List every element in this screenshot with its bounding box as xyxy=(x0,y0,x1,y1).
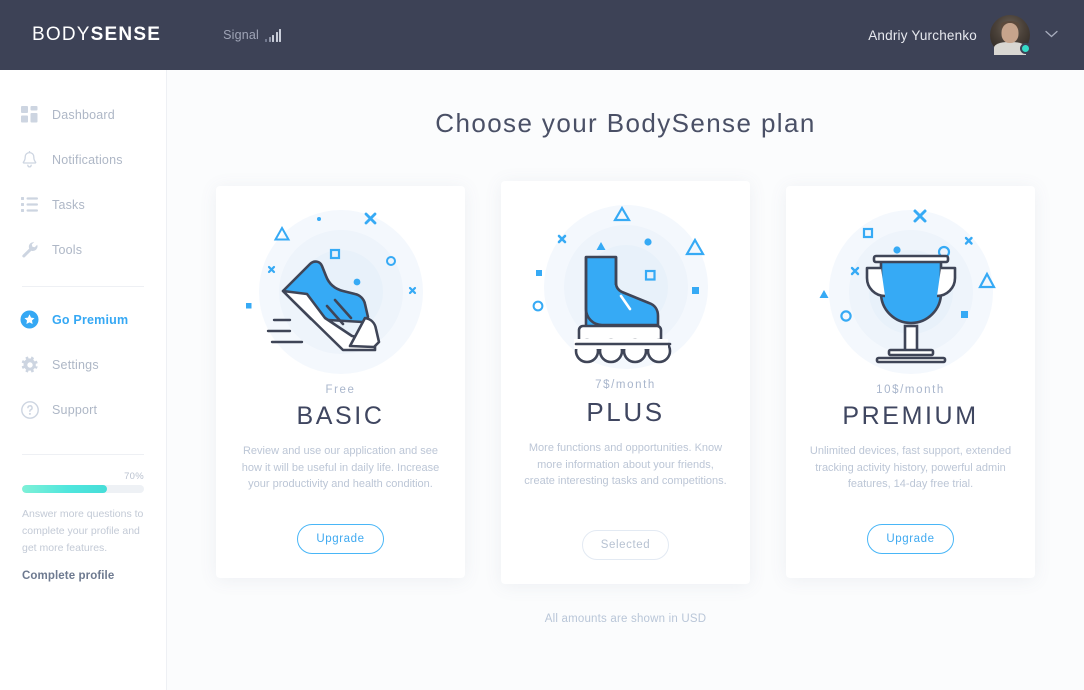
plan-card-plus[interactable]: 7$/month PLUS More functions and opportu… xyxy=(501,181,750,584)
sidebar: Dashboard Notifications Tasks Tools Go P… xyxy=(0,70,167,690)
plan-name: PREMIUM xyxy=(842,402,979,430)
signal-bars-icon xyxy=(265,29,282,42)
plan-action-button[interactable]: Upgrade xyxy=(297,524,384,554)
sidebar-item-settings[interactable]: Settings xyxy=(0,342,166,387)
user-avatar[interactable] xyxy=(990,15,1031,55)
plan-description: Unlimited devices, fast support, extende… xyxy=(809,445,1012,490)
app-logo[interactable]: BODYSENSE xyxy=(32,24,161,46)
wrench-icon xyxy=(20,240,39,259)
logo-sense: SENSE xyxy=(90,24,162,45)
sidebar-item-dashboard[interactable]: Dashboard xyxy=(0,92,166,137)
grid-icon xyxy=(20,105,39,124)
sidebar-divider-1 xyxy=(22,286,144,287)
logo-body: BODY xyxy=(32,24,91,45)
plan-action-button[interactable]: Upgrade xyxy=(867,524,954,554)
sidebar-item-label: Go Premium xyxy=(52,312,129,327)
plan-price: 7$/month xyxy=(595,379,656,391)
top-bar: BODYSENSE Signal Andriy Yurchenko xyxy=(0,0,1084,70)
sidebar-item-label: Tools xyxy=(52,242,83,257)
bell-icon xyxy=(20,150,39,169)
sidebar-item-support[interactable]: Support xyxy=(0,387,166,432)
roller-skate-icon xyxy=(526,201,726,377)
sidebar-item-tools[interactable]: Tools xyxy=(0,227,166,272)
plan-description: Review and use our application and see h… xyxy=(241,445,440,490)
signal-label: Signal xyxy=(223,28,260,42)
plan-name: PLUS xyxy=(586,397,665,427)
running-shoe-icon xyxy=(241,206,441,382)
trophy-icon xyxy=(811,206,1011,382)
complete-profile-link[interactable]: Complete profile xyxy=(22,570,144,582)
signal-indicator[interactable]: Signal xyxy=(223,28,282,42)
question-circle-icon xyxy=(20,400,39,419)
sidebar-item-go-premium[interactable]: Go Premium xyxy=(0,297,166,342)
sidebar-item-label: Dashboard xyxy=(52,107,115,122)
plan-description: More functions and opportunities. Know m… xyxy=(524,442,727,487)
sidebar-item-tasks[interactable]: Tasks xyxy=(0,182,166,227)
sidebar-item-label: Settings xyxy=(52,357,99,372)
sidebar-item-notifications[interactable]: Notifications xyxy=(0,137,166,182)
progress-bar-track xyxy=(22,485,144,493)
progress-hint-text: Answer more questions to complete your p… xyxy=(22,508,144,554)
list-icon xyxy=(20,195,39,214)
user-menu[interactable]: Andriy Yurchenko xyxy=(868,15,1058,55)
sidebar-item-label: Tasks xyxy=(52,197,85,212)
gear-icon xyxy=(20,355,39,374)
plan-price: 10$/month xyxy=(876,384,945,396)
sidebar-item-label: Support xyxy=(52,402,98,417)
sidebar-item-label: Notifications xyxy=(52,152,123,167)
plan-name: BASIC xyxy=(296,402,385,430)
chevron-down-icon[interactable] xyxy=(1045,29,1058,41)
progress-percent-label: 70% xyxy=(124,471,144,482)
main-content: Choose your BodySense plan Free BASIC Re… xyxy=(167,70,1084,690)
plan-action-button[interactable]: Selected xyxy=(581,530,670,560)
app-root: BODYSENSE Signal Andriy Yurchenko Dashbo… xyxy=(0,0,1084,690)
plan-card-basic[interactable]: Free BASIC Review and use our applicatio… xyxy=(216,186,465,578)
pricing-cards: Free BASIC Review and use our applicatio… xyxy=(167,181,1084,584)
plan-price: Free xyxy=(325,384,356,396)
profile-progress-block: 70% Answer more questions to complete yo… xyxy=(0,465,166,582)
star-badge-icon xyxy=(20,310,39,329)
currency-footnote: All amounts are shown in USD xyxy=(544,613,707,625)
page-title: Choose your BodySense plan xyxy=(435,108,816,138)
sidebar-divider-2 xyxy=(22,454,144,455)
user-name: Andriy Yurchenko xyxy=(868,27,977,43)
online-status-dot xyxy=(1020,43,1031,54)
progress-bar-fill xyxy=(22,485,108,493)
plan-card-premium[interactable]: 10$/month PREMIUM Unlimited devices, fas… xyxy=(786,186,1035,578)
